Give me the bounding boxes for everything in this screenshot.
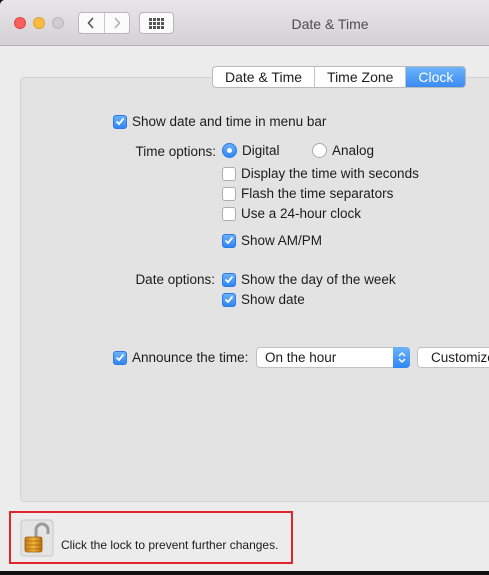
checkmark-icon xyxy=(224,275,234,284)
flash-separators-option[interactable]: Flash the time separators xyxy=(222,186,393,201)
checkmark-icon xyxy=(115,117,125,126)
preferences-window: Date & Time Date & Time Time Zone Clock … xyxy=(0,0,489,575)
show-ampm-label: Show AM/PM xyxy=(241,233,323,248)
chevron-left-icon xyxy=(87,17,94,29)
show-date-label: Show date xyxy=(241,292,305,307)
show-day-of-week-option[interactable]: Show the day of the week xyxy=(222,272,396,287)
date-options-label: Date options: xyxy=(135,272,215,287)
24-hour-checkbox[interactable] xyxy=(222,206,236,221)
checkmark-icon xyxy=(224,236,234,245)
analog-option[interactable]: Analog xyxy=(312,143,374,158)
seconds-option[interactable]: Display the time with seconds xyxy=(222,166,419,181)
tab-time-zone[interactable]: Time Zone xyxy=(314,67,405,87)
flash-separators-checkbox[interactable] xyxy=(222,186,236,201)
tab-clock[interactable]: Clock xyxy=(405,67,466,87)
analog-label: Analog xyxy=(332,143,375,158)
window-bottom-edge xyxy=(0,571,489,575)
show-all-button[interactable] xyxy=(139,12,174,34)
back-forward-group xyxy=(78,12,130,34)
title-bar: Date & Time xyxy=(0,0,489,46)
show-ampm-option[interactable]: Show AM/PM xyxy=(222,233,322,248)
announce-interval-value: On the hour xyxy=(265,350,337,365)
window-title: Date & Time xyxy=(291,16,369,32)
24-hour-option[interactable]: Use a 24-hour clock xyxy=(222,206,361,221)
announce-time-label: Announce the time: xyxy=(132,350,249,365)
announce-interval-select[interactable]: On the hour xyxy=(256,347,410,368)
announce-time-checkbox[interactable] xyxy=(113,350,127,365)
zoom-window-button[interactable] xyxy=(52,17,64,29)
minimize-window-button[interactable] xyxy=(33,17,45,29)
digital-label: Digital xyxy=(242,143,280,158)
24-hour-label: Use a 24-hour clock xyxy=(241,206,362,221)
back-button[interactable] xyxy=(79,13,104,33)
highlight-box xyxy=(9,511,293,564)
analog-radio[interactable] xyxy=(312,143,327,158)
show-day-of-week-checkbox[interactable] xyxy=(222,272,236,287)
show-in-menu-bar-option[interactable]: Show date and time in menu bar xyxy=(113,114,326,129)
seconds-checkbox[interactable] xyxy=(222,166,236,181)
checkmark-icon xyxy=(224,295,234,304)
select-arrows-icon xyxy=(393,347,410,368)
digital-radio[interactable] xyxy=(222,143,237,158)
show-date-checkbox[interactable] xyxy=(222,292,236,307)
checkmark-icon xyxy=(115,353,125,362)
announce-time-option[interactable]: Announce the time: xyxy=(113,350,248,365)
grid-icon xyxy=(149,17,164,29)
show-in-menu-bar-checkbox[interactable] xyxy=(113,114,127,129)
show-day-of-week-label: Show the day of the week xyxy=(241,272,396,287)
customize-voice-button[interactable]: Customize Voice... xyxy=(417,347,489,368)
forward-button[interactable] xyxy=(103,13,130,33)
show-date-option[interactable]: Show date xyxy=(222,292,305,307)
show-in-menu-bar-label: Show date and time in menu bar xyxy=(132,114,327,129)
seconds-label: Display the time with seconds xyxy=(241,166,419,181)
close-window-button[interactable] xyxy=(14,17,26,29)
tab-bar: Date & Time Time Zone Clock xyxy=(212,66,467,88)
customize-voice-label: Customize Voice... xyxy=(431,350,489,365)
tab-date-time[interactable]: Date & Time xyxy=(213,67,314,87)
digital-option[interactable]: Digital xyxy=(222,143,280,158)
clock-panel xyxy=(20,77,489,502)
chevron-right-icon xyxy=(114,17,121,29)
time-options-label: Time options: xyxy=(135,144,216,159)
flash-separators-label: Flash the time separators xyxy=(241,186,394,201)
show-ampm-checkbox[interactable] xyxy=(222,233,236,248)
